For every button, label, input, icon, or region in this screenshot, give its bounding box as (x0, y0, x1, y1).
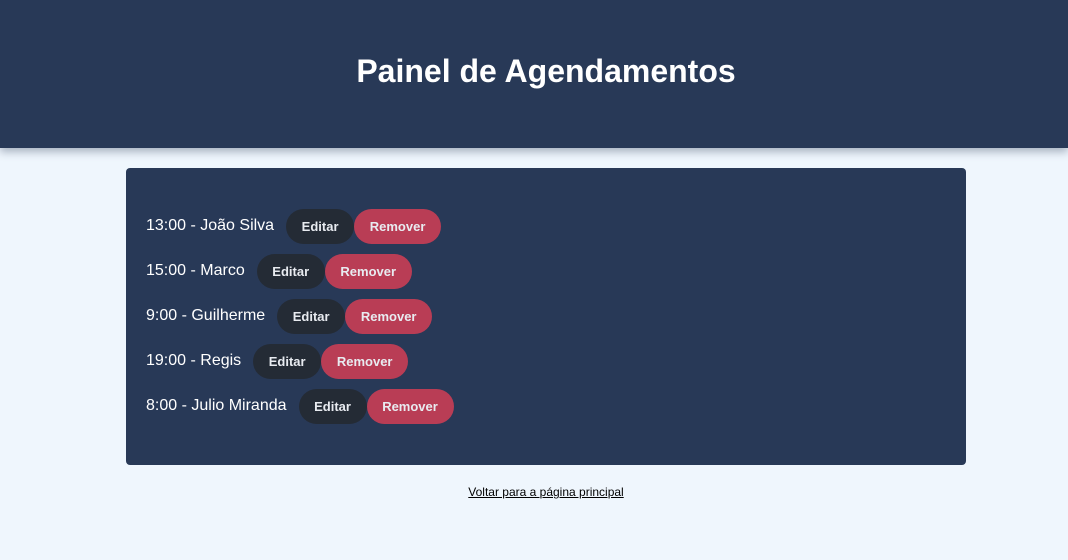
remove-button[interactable]: Remover (321, 344, 409, 379)
appointment-label: 19:00 - Regis (146, 351, 242, 369)
appointment-row: 9:00 - Guilherme Editar Remover (146, 294, 946, 339)
page-header: Painel de Agendamentos (0, 0, 1068, 148)
edit-button[interactable]: Editar (286, 209, 355, 244)
appointment-row: 8:00 - Julio Miranda Editar Remover (146, 384, 946, 429)
appointment-row: 19:00 - Regis Editar Remover (146, 339, 946, 384)
appointment-label: 9:00 - Guilherme (146, 306, 266, 324)
back-to-home-link[interactable]: Voltar para a página principal (468, 485, 623, 499)
remove-button[interactable]: Remover (366, 389, 454, 424)
appointment-label: 8:00 - Julio Miranda (146, 396, 287, 414)
appointment-row: 13:00 - João Silva Editar Remover (146, 204, 946, 249)
page-title: Painel de Agendamentos (356, 52, 736, 89)
footer: Voltar para a página principal (0, 485, 1068, 499)
edit-button[interactable]: Editar (277, 299, 346, 334)
appointment-row: 15:00 - Marco Editar Remover (146, 249, 946, 294)
remove-button[interactable]: Remover (324, 254, 412, 289)
appointment-label: 15:00 - Marco (146, 261, 245, 279)
appointments-panel: 13:00 - João Silva Editar Remover 15:00 … (126, 168, 966, 465)
edit-button[interactable]: Editar (256, 254, 325, 289)
appointment-label: 13:00 - João Silva (146, 216, 275, 234)
edit-button[interactable]: Editar (298, 389, 367, 424)
remove-button[interactable]: Remover (354, 209, 442, 244)
remove-button[interactable]: Remover (345, 299, 433, 334)
edit-button[interactable]: Editar (253, 344, 322, 379)
